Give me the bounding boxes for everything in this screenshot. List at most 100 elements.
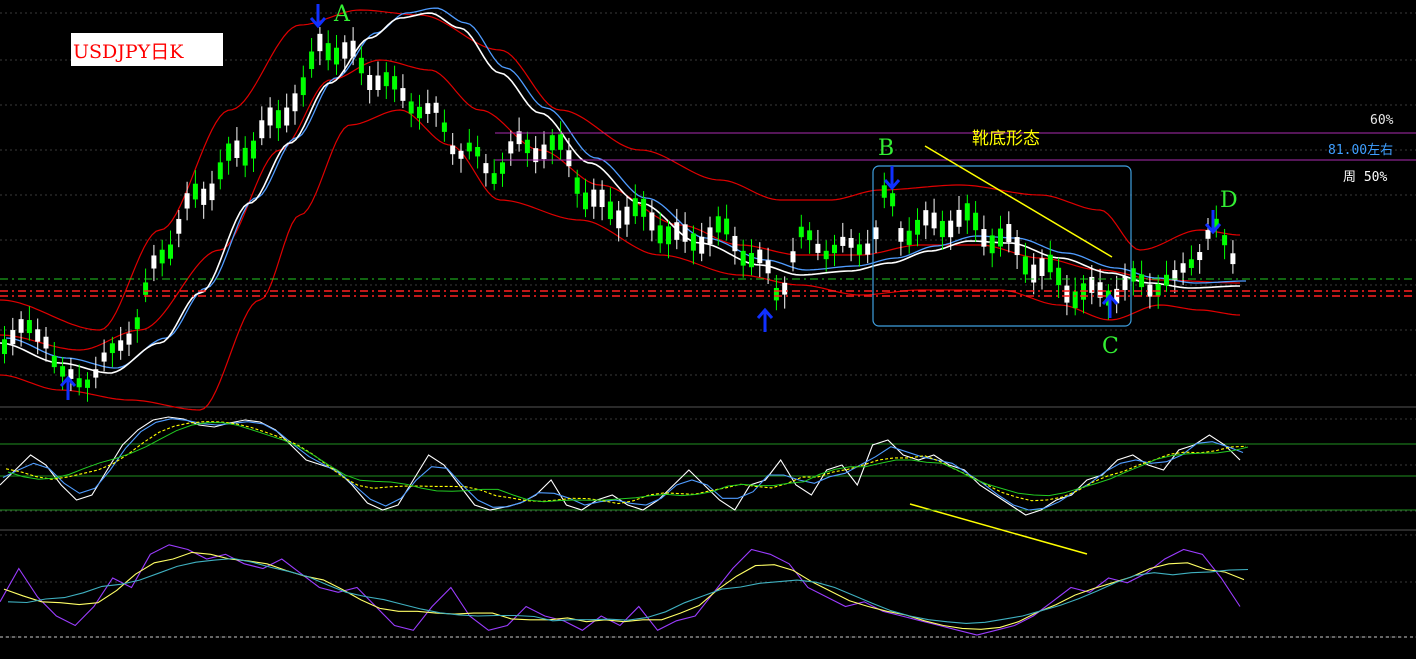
candle-body xyxy=(192,183,198,200)
candle-body xyxy=(184,193,190,209)
candle-body xyxy=(973,212,979,231)
point-d-label: D xyxy=(1220,188,1238,213)
candle-body xyxy=(765,260,771,274)
candle-body xyxy=(143,282,149,295)
candle-body xyxy=(350,40,356,57)
candle-body xyxy=(201,188,207,205)
candle-body xyxy=(948,220,954,238)
candle-body xyxy=(151,255,157,269)
candle-body xyxy=(358,57,364,74)
candle-body xyxy=(757,249,763,264)
candle-body xyxy=(475,147,481,157)
candle-body xyxy=(699,236,705,254)
candle-body xyxy=(400,88,406,101)
candle-body xyxy=(707,227,713,244)
candle-body xyxy=(1022,256,1028,275)
candle-body xyxy=(159,249,165,264)
candle-body xyxy=(1047,254,1053,273)
week-50-label: 周 50% xyxy=(1343,170,1388,185)
candle-body xyxy=(334,47,339,65)
candle-body xyxy=(242,147,248,166)
candle-body xyxy=(441,122,447,132)
candle-body xyxy=(848,237,854,248)
candle-body xyxy=(724,218,730,235)
candle-body xyxy=(674,222,680,240)
candle-body xyxy=(566,150,572,167)
candle-body xyxy=(607,201,613,220)
candle-body xyxy=(1064,285,1070,303)
candle-body xyxy=(425,103,431,114)
candle-body xyxy=(267,107,273,126)
candle-body xyxy=(1122,276,1128,290)
candle-body xyxy=(76,378,82,388)
candle-body xyxy=(317,33,323,52)
candle-body xyxy=(450,145,456,155)
stoch-line-blue xyxy=(2,418,1244,511)
candle-body xyxy=(690,233,696,251)
candle-body xyxy=(832,244,837,254)
price-level-label: 81.00左右 xyxy=(1328,143,1394,158)
candle-body xyxy=(101,352,107,362)
candle-body xyxy=(549,135,555,151)
candle-body xyxy=(392,76,398,90)
candle-body xyxy=(109,343,115,354)
candle-body xyxy=(823,250,829,260)
candle-body xyxy=(856,244,862,255)
candle-body xyxy=(309,51,315,70)
candle-body xyxy=(890,193,896,207)
candle-body xyxy=(989,235,995,254)
arrow-down-b xyxy=(883,166,901,191)
candle-body xyxy=(657,225,663,244)
candle-body xyxy=(1147,284,1153,297)
candle-body xyxy=(865,243,871,255)
candle-body xyxy=(85,379,90,388)
candle-body xyxy=(1056,267,1062,286)
candle-body xyxy=(1039,258,1045,276)
candle-body xyxy=(574,177,580,194)
candle-body xyxy=(583,192,588,210)
candle-body xyxy=(558,134,564,150)
candle-body xyxy=(458,150,464,159)
candle-body xyxy=(417,106,422,119)
candle-body xyxy=(749,252,754,268)
candle-body xyxy=(682,224,688,242)
candle-body xyxy=(798,226,804,238)
candle-body xyxy=(134,317,140,330)
point-c-label: C xyxy=(1102,334,1119,359)
title-box: USDJPY日K xyxy=(71,33,223,66)
candle-body xyxy=(51,355,57,368)
candle-body xyxy=(1139,274,1145,288)
candle-body xyxy=(898,228,904,242)
candle-body xyxy=(981,229,987,247)
candle-body xyxy=(126,333,132,345)
candle-body xyxy=(60,366,66,377)
candle-body xyxy=(1031,264,1037,283)
arrow-up-mid xyxy=(756,307,774,332)
candle-body xyxy=(840,236,846,246)
candle-body xyxy=(300,77,306,96)
candle-body xyxy=(1188,259,1194,268)
candle-body xyxy=(251,140,256,159)
candle-body xyxy=(807,230,813,241)
candle-body xyxy=(1006,224,1012,242)
candle-body xyxy=(873,227,879,240)
rsi-signal-cyan xyxy=(7,557,1249,624)
candle-body xyxy=(1180,263,1186,273)
level-60-label: 60% xyxy=(1370,113,1394,128)
stoch-signal-green xyxy=(7,422,1249,503)
candle-body xyxy=(1155,283,1161,296)
candle-body xyxy=(43,336,49,349)
candle-body xyxy=(10,330,16,345)
point-b-label: B xyxy=(878,136,895,161)
candle-body xyxy=(26,320,32,334)
candle-body xyxy=(782,282,788,295)
candle-body xyxy=(375,75,381,91)
stoch-signal-yellow xyxy=(5,421,1247,505)
candle-body xyxy=(234,140,240,158)
candle-body xyxy=(491,173,497,184)
candle-body xyxy=(118,340,124,351)
candle-body xyxy=(168,244,173,259)
candle-body xyxy=(524,139,530,154)
candle-body xyxy=(500,162,505,174)
candle-body xyxy=(815,243,821,253)
